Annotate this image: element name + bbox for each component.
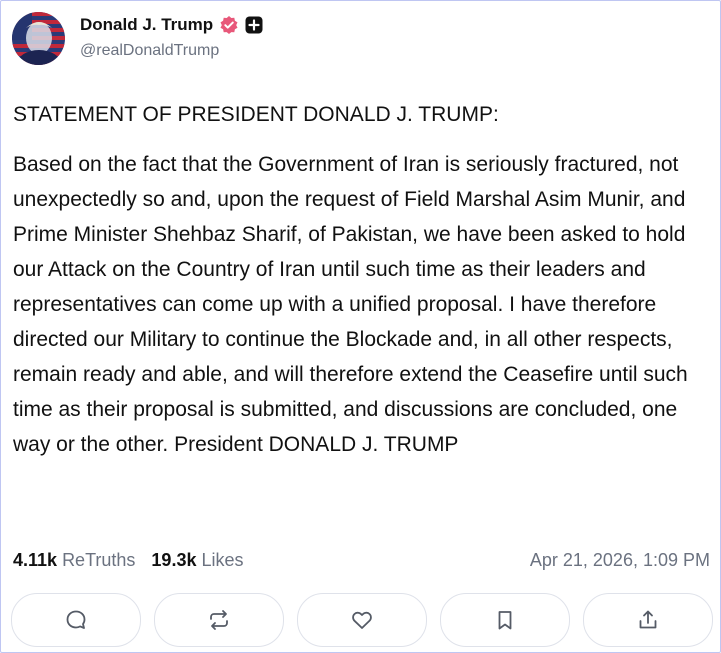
retruths-count: 4.11k (13, 549, 58, 570)
bookmark-icon (498, 611, 512, 630)
post-heading: STATEMENT OF PRESIDENT DONALD J. TRUMP: (13, 103, 499, 126)
retruths-stat[interactable]: 4.11k ReTruths (13, 550, 135, 571)
post-card: Donald J. Trump @realDonaldTrump STATEME… (0, 0, 721, 653)
avatar-image (12, 12, 65, 65)
avatar[interactable] (12, 12, 65, 65)
reply-button[interactable] (11, 593, 141, 647)
likes-count: 19.3k (151, 549, 197, 570)
retruths-label: ReTruths (62, 549, 136, 570)
reply-icon (66, 610, 86, 629)
action-bar (11, 593, 713, 649)
heart-icon (352, 611, 372, 629)
share-button[interactable] (583, 593, 713, 647)
post-stats: 4.11k ReTruths 19.3k Likes Apr 21, 2026,… (13, 547, 710, 573)
like-button[interactable] (297, 593, 427, 647)
retruth-button[interactable] (154, 593, 284, 647)
likes-label: Likes (201, 549, 244, 570)
display-name[interactable]: Donald J. Trump (80, 15, 213, 35)
likes-stat[interactable]: 19.3k Likes (151, 550, 243, 571)
post-body: STATEMENT OF PRESIDENT DONALD J. TRUMP: … (13, 97, 703, 462)
bookmark-button[interactable] (440, 593, 570, 647)
post-paragraph: Based on the fact that the Government of… (13, 153, 688, 456)
verified-badge-icon (219, 15, 239, 35)
author-names: Donald J. Trump @realDonaldTrump (80, 14, 263, 60)
retruth-icon (210, 610, 228, 630)
post-header: Donald J. Trump @realDonaldTrump (12, 10, 692, 66)
author-handle[interactable]: @realDonaldTrump (80, 42, 263, 60)
share-icon (639, 610, 657, 629)
plus-badge-icon (245, 16, 263, 34)
post-timestamp[interactable]: Apr 21, 2026, 1:09 PM (530, 550, 710, 571)
